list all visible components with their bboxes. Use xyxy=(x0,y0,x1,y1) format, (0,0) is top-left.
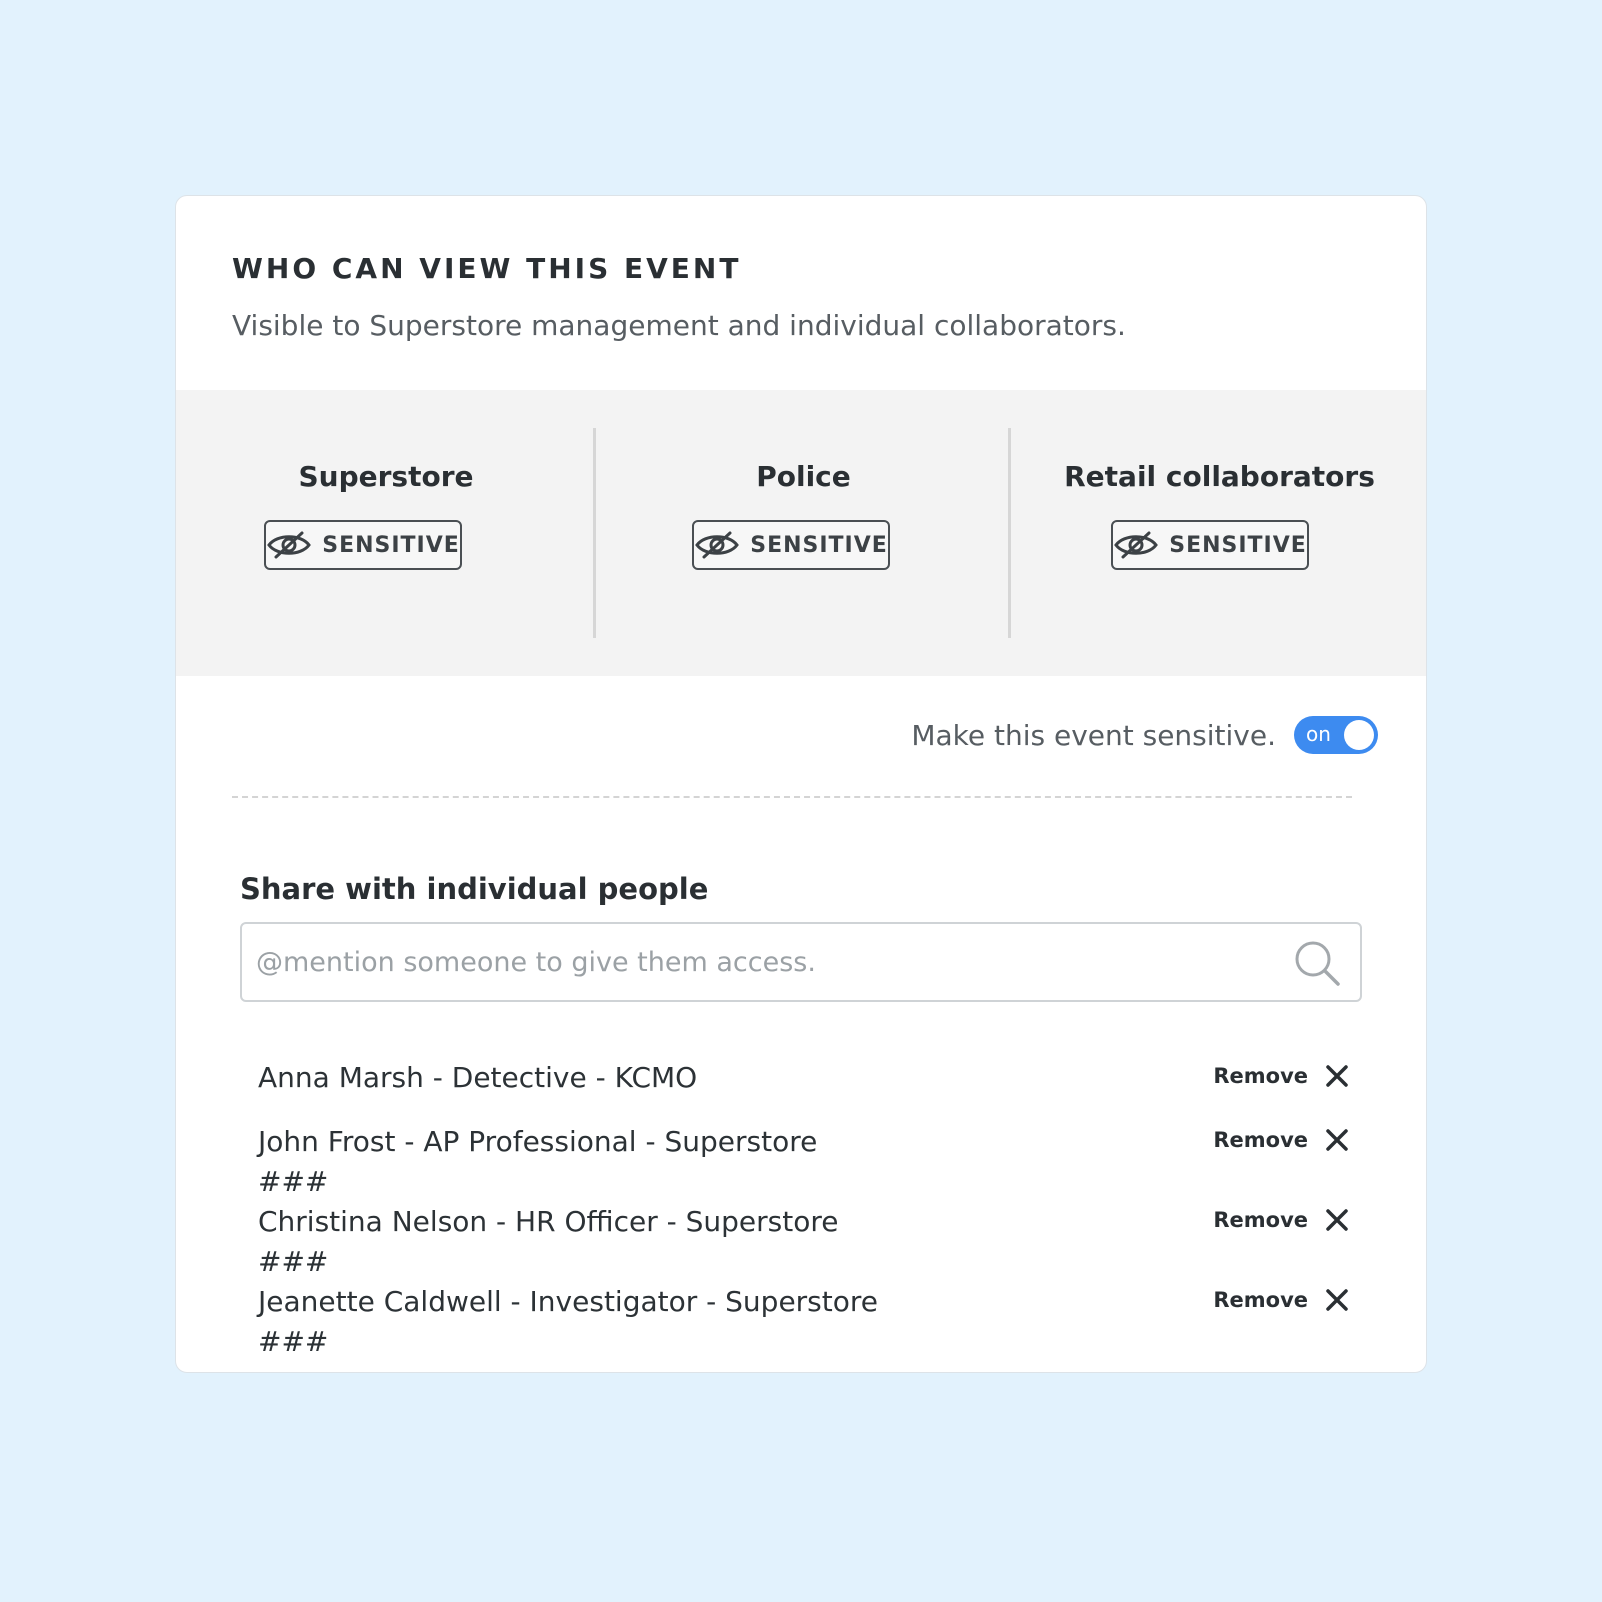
badge-label: SENSITIVE xyxy=(1169,532,1307,558)
mention-search-box xyxy=(240,922,1362,1002)
shared-people-list: Anna Marsh - Detective - KCMO Remove Joh… xyxy=(258,1058,1348,1362)
close-icon xyxy=(1326,1129,1348,1151)
person-name: John Frost - AP Professional - Superstor… xyxy=(258,1125,818,1198)
remove-label: Remove xyxy=(1213,1064,1308,1088)
group-police: Police SENSITIVE xyxy=(596,390,1011,676)
eye-slash-icon xyxy=(695,531,740,559)
remove-button[interactable]: Remove xyxy=(1213,1064,1348,1088)
toggle-knob xyxy=(1344,720,1374,750)
toggle-state-text: on xyxy=(1306,722,1331,746)
badge-label: SENSITIVE xyxy=(322,532,460,558)
group-name: Retail collaborators xyxy=(1064,460,1375,493)
sensitive-badge: SENSITIVE xyxy=(264,520,462,570)
close-icon xyxy=(1326,1289,1348,1311)
search-icon[interactable] xyxy=(1292,938,1342,988)
sensitive-toggle-label: Make this event sensitive. xyxy=(911,718,1276,752)
remove-label: Remove xyxy=(1213,1288,1308,1312)
panel-title: WHO CAN VIEW THIS EVENT xyxy=(232,252,742,285)
list-item: Jeanette Caldwell - Investigator - Super… xyxy=(258,1282,1348,1362)
sensitive-badge: SENSITIVE xyxy=(1111,520,1309,570)
panel-subtitle: Visible to Superstore management and ind… xyxy=(232,309,1126,342)
group-name: Superstore xyxy=(298,460,474,493)
close-icon xyxy=(1326,1065,1348,1087)
list-item: Anna Marsh - Detective - KCMO Remove xyxy=(258,1058,1348,1122)
list-item: John Frost - AP Professional - Superstor… xyxy=(258,1122,1348,1202)
group-name: Police xyxy=(756,460,851,493)
sensitive-badge: SENSITIVE xyxy=(692,520,890,570)
sensitive-toggle[interactable]: on xyxy=(1294,716,1378,754)
close-icon xyxy=(1326,1209,1348,1231)
badge-label: SENSITIVE xyxy=(750,532,888,558)
share-heading: Share with individual people xyxy=(240,872,709,906)
visibility-panel: WHO CAN VIEW THIS EVENT Visible to Super… xyxy=(175,195,1427,1373)
person-name: Christina Nelson - HR Officer - Supersto… xyxy=(258,1205,839,1278)
remove-label: Remove xyxy=(1213,1128,1308,1152)
group-retail-collaborators: Retail collaborators SENSITIVE xyxy=(1011,390,1426,676)
section-divider xyxy=(232,796,1352,798)
list-item: Christina Nelson - HR Officer - Supersto… xyxy=(258,1202,1348,1282)
person-name: Anna Marsh - Detective - KCMO xyxy=(258,1061,698,1094)
mention-search-input[interactable] xyxy=(256,924,1256,1000)
group-visibility-row: Superstore SENSITIVE Police SENSITIVE Re… xyxy=(176,390,1426,676)
remove-button[interactable]: Remove xyxy=(1213,1288,1348,1312)
remove-button[interactable]: Remove xyxy=(1213,1208,1348,1232)
group-superstore: Superstore SENSITIVE xyxy=(176,390,596,676)
person-name: Jeanette Caldwell - Investigator - Super… xyxy=(258,1285,879,1358)
remove-label: Remove xyxy=(1213,1208,1308,1232)
sensitive-toggle-row: Make this event sensitive. on xyxy=(911,716,1378,754)
eye-slash-icon xyxy=(267,531,312,559)
remove-button[interactable]: Remove xyxy=(1213,1128,1348,1152)
eye-slash-icon xyxy=(1114,531,1159,559)
